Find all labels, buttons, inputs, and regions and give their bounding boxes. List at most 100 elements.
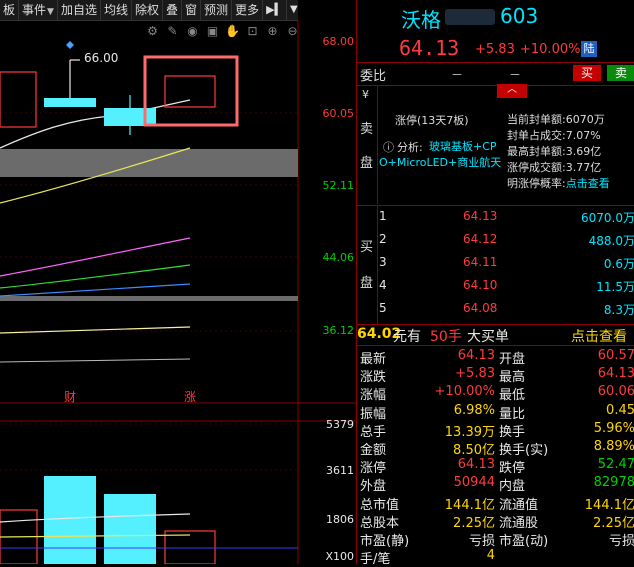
- expand-right-icon[interactable]: ▶▍: [263, 0, 287, 20]
- buy-level-row[interactable]: 3 64.11 0.6万: [379, 255, 634, 278]
- buy-level-row[interactable]: 1 64.13 6070.0万: [379, 209, 634, 232]
- candle-outline: [0, 71, 37, 128]
- stat-value: 64.13: [457, 348, 495, 363]
- stats-row: 总手 13.39万 换手 5.96%: [357, 420, 634, 440]
- marker-limitup[interactable]: 涨: [184, 388, 196, 405]
- stats-row: 最新 64.13 开盘 60.57: [357, 348, 634, 367]
- stats-row: 涨跌 +5.83 最高 64.13: [357, 366, 634, 386]
- stat-key: 开盘: [499, 352, 526, 367]
- big-order-qty: 50手: [430, 329, 462, 345]
- big-order-link[interactable]: 点击查看: [571, 326, 627, 346]
- stat-key: 振幅: [360, 406, 387, 422]
- stats-row: 总市值 144.1亿 流通值 144.1亿: [357, 494, 634, 513]
- weibi-label: 委比: [360, 69, 387, 84]
- buy-button[interactable]: 买: [573, 65, 601, 81]
- volume-axis-label: 1806: [326, 513, 354, 526]
- toolbar-item-overlay[interactable]: 叠: [163, 0, 183, 20]
- sell-button[interactable]: 卖: [607, 65, 634, 81]
- stats-row: 总股本 2.25亿 流通股 2.25亿: [357, 512, 634, 531]
- stat-key: 封单占成交:: [507, 129, 566, 142]
- chart-toolbar: 板 事件▼ 加自选 均线 除权 叠 窗 预测 更多 ▶▍ ▼: [0, 0, 298, 21]
- analysis-text[interactable]: 玻璃基板+CPO+MicroLED+商业航天: [379, 139, 503, 171]
- stats-row: 外盘 50944 内盘 82978: [357, 475, 634, 494]
- toolbar-item-window[interactable]: 窗: [182, 0, 202, 20]
- stock-name: 沃格: [401, 8, 441, 32]
- stat-key: 量比: [499, 406, 526, 422]
- stat-value: 144.1亿: [584, 497, 634, 513]
- stats-row: 金额 8.50亿 换手(实) 8.89%: [357, 438, 634, 458]
- stat-value: 8.50亿: [453, 442, 495, 458]
- price-change-pct: +10.00%: [520, 42, 581, 57]
- candle-red-limitup: [164, 75, 216, 108]
- annotation-high-price: 66.00: [84, 51, 119, 65]
- stat-key: 明涨停概率:: [507, 177, 566, 190]
- stat-key: 当前封单额:: [507, 113, 566, 126]
- masked-text: [445, 9, 495, 25]
- toolbar-item-exright[interactable]: 除权: [132, 0, 163, 20]
- stat-key: 最高: [499, 370, 526, 386]
- chevron-up-icon[interactable]: ︿: [497, 84, 527, 98]
- stat-key: 涨跌: [360, 370, 387, 386]
- stat-value: 5.96%: [593, 420, 634, 436]
- stat-value: +5.83: [455, 366, 495, 382]
- diamond-marker: [66, 41, 74, 49]
- big-order-row: 64.02 元有 50手 大买单 点击查看: [357, 325, 634, 345]
- stat-value: 7.07%: [565, 129, 601, 142]
- stat-key: 跌停: [499, 461, 526, 477]
- volume-axis-unit: X100: [325, 550, 354, 563]
- stat-value: 52.47: [597, 457, 634, 473]
- stat-value: 亏损: [468, 533, 495, 549]
- buy-level-row[interactable]: 5 64.08 8.3万: [379, 301, 634, 324]
- candle-cyan-1: [44, 98, 96, 107]
- stat-key: 市盈(动): [499, 533, 549, 549]
- yuan-icon: ¥: [362, 88, 369, 101]
- price-axis-label: 36.12: [322, 324, 355, 337]
- price-axis-label: 44.06: [322, 251, 355, 264]
- stat-key: 涨停: [360, 461, 387, 477]
- volume-bar-1: [44, 476, 96, 564]
- stats-row: 涨停 64.13 跌停 52.47: [357, 457, 634, 477]
- stats-grid: 最新 64.13 开盘 60.57 涨跌 +5.83 最高 64.13 涨幅 +10.00% 最低 6…: [357, 348, 634, 567]
- stock-header: 沃格 603: [357, 2, 634, 32]
- stats-row: 涨幅 +10.00% 最低 60.06: [357, 384, 634, 403]
- buy-side-label: 买: [360, 240, 374, 255]
- limit-prob-link[interactable]: 点击查看: [566, 177, 610, 190]
- toolbar-item-ma[interactable]: 均线: [101, 0, 132, 20]
- stat-value: 2.25亿: [453, 515, 495, 531]
- gap-band-2: [0, 296, 298, 301]
- toolbar-item-events[interactable]: 事件▼: [19, 0, 58, 20]
- weibi-diff: －: [509, 68, 522, 82]
- stat-value: 13.39万: [444, 424, 495, 440]
- buy-level-row[interactable]: 2 64.12 488.0万: [379, 232, 634, 255]
- stats-row: 振幅 6.98% 量比 0.45: [357, 402, 634, 422]
- toolbar-item-add-watchlist[interactable]: 加自选: [58, 0, 101, 20]
- stat-key: 最高封单额:: [507, 145, 566, 158]
- stat-value: 亏损: [608, 533, 634, 549]
- stat-key: 总手: [360, 424, 387, 440]
- buy-levels: 1 64.13 6070.0万 2 64.12 488.0万 3 64.11 0…: [379, 209, 634, 324]
- stat-key: 总股本: [360, 515, 400, 531]
- toolbar-item-forecast[interactable]: 预测: [201, 0, 233, 20]
- stat-value: 8.89%: [593, 438, 634, 454]
- volume-bar-2: [104, 494, 156, 564]
- stat-value: 60.06: [597, 384, 634, 400]
- candle-cyan-2: [104, 108, 156, 126]
- latest-price: 64.13: [399, 36, 460, 60]
- stat-value: +10.00%: [434, 384, 495, 400]
- stat-key: 市盈(静): [360, 533, 410, 549]
- stat-value: 6.98%: [453, 402, 495, 418]
- limit-up-stats: 当前封单额:6070万 封单占成交:7.07% 最高封单额:3.69亿 涨停成交…: [507, 112, 634, 192]
- stat-value: 82978: [593, 475, 634, 491]
- toolbar-item-more[interactable]: 更多: [232, 0, 264, 20]
- price-axis-label: 60.05: [322, 107, 355, 120]
- weibi-value: －: [451, 68, 464, 82]
- buy-level-row[interactable]: 4 64.10 11.5万: [379, 278, 634, 301]
- toolbar-item-board[interactable]: 板: [0, 0, 20, 20]
- stat-key: 金额: [360, 442, 387, 458]
- exchange-badge: 陆: [581, 41, 597, 57]
- stat-value: 3.77亿: [565, 161, 602, 174]
- stat-value: 50944: [453, 475, 495, 491]
- chevron-down-icon: ▼: [47, 7, 54, 17]
- marker-financial[interactable]: 财: [64, 388, 76, 405]
- highlight-box: [143, 55, 239, 127]
